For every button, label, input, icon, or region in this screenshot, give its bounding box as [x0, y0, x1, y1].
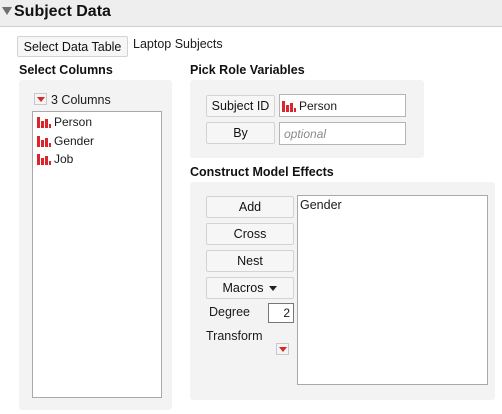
- effect-item-gender[interactable]: Gender: [300, 198, 342, 212]
- column-item-person[interactable]: Person: [37, 115, 92, 129]
- add-button[interactable]: Add: [206, 196, 294, 218]
- subject-id-value: Person: [299, 98, 338, 113]
- model-effects-list[interactable]: [297, 195, 488, 385]
- nominal-bar-icon: [37, 116, 51, 128]
- nest-button[interactable]: Nest: [206, 250, 294, 272]
- dropdown-arrow-icon: [269, 285, 278, 291]
- nominal-bar-icon: [282, 100, 296, 112]
- nominal-bar-icon: [37, 135, 51, 147]
- transform-label: Transform: [206, 329, 263, 343]
- degree-label: Degree: [209, 305, 250, 319]
- data-table-name: Laptop Subjects: [133, 37, 223, 51]
- by-field[interactable]: optional: [279, 122, 406, 145]
- column-item-gender[interactable]: Gender: [37, 134, 94, 148]
- cross-button[interactable]: Cross: [206, 223, 294, 245]
- pick-role-title: Pick Role Variables: [190, 63, 305, 77]
- column-name: Job: [54, 152, 74, 166]
- model-effects-title: Construct Model Effects: [190, 165, 334, 179]
- subject-id-role-button[interactable]: Subject ID: [206, 95, 275, 117]
- column-item-job[interactable]: Job: [37, 152, 73, 166]
- column-name: Gender: [54, 134, 95, 148]
- transform-red-triangle-icon[interactable]: [276, 343, 289, 355]
- degree-input[interactable]: 2: [268, 303, 294, 323]
- macros-label: Macros: [222, 281, 264, 295]
- by-placeholder: optional: [284, 126, 327, 141]
- select-data-table-button[interactable]: Select Data Table: [17, 36, 128, 57]
- columns-menu-red-triangle-icon[interactable]: [34, 93, 47, 105]
- nominal-bar-icon: [37, 153, 51, 165]
- column-count-label: 3 Columns: [51, 93, 111, 107]
- disclosure-triangle-icon[interactable]: [2, 7, 12, 15]
- by-role-button[interactable]: By: [206, 122, 275, 144]
- outline-title: Subject Data: [14, 3, 111, 20]
- pick-role-panel: [190, 80, 424, 158]
- column-name: Person: [54, 115, 93, 129]
- macros-button[interactable]: Macros: [206, 277, 294, 299]
- select-columns-title: Select Columns: [19, 63, 113, 77]
- subject-id-field[interactable]: Person: [279, 94, 406, 117]
